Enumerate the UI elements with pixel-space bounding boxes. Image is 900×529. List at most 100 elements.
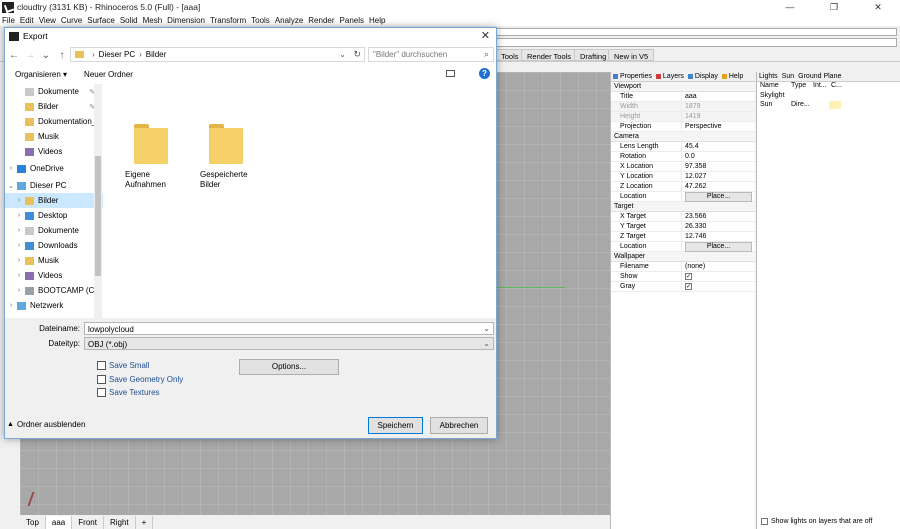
properties-tab-layers[interactable]: Layers (654, 72, 686, 81)
close-window-icon[interactable]: ✕ (856, 0, 900, 14)
breadcrumb-dieser-pc[interactable]: Dieser PC (99, 50, 135, 59)
organize-button[interactable]: Organisieren ▾ (15, 70, 67, 79)
prop-value[interactable]: 0.0 (681, 152, 755, 161)
tab-drafting[interactable]: Drafting (574, 49, 613, 61)
lights-column-int[interactable]: Int... (810, 82, 828, 92)
lights-column-name[interactable]: Name (757, 82, 788, 92)
expand-chevron-icon[interactable]: › (5, 165, 17, 172)
tree-item-dokumente[interactable]: Dokumente ✎ (5, 84, 103, 99)
tree-scrollbar[interactable] (94, 84, 102, 318)
properties-tab-display[interactable]: Display (686, 72, 720, 81)
lights-column-c[interactable]: C... (828, 82, 848, 92)
show-lights-option[interactable]: Show lights on layers that are off (761, 518, 872, 525)
close-icon[interactable]: ✕ (481, 29, 490, 42)
tab-render-tools[interactable]: Render Tools (521, 49, 578, 61)
properties-tab-properties[interactable]: Properties (611, 72, 654, 81)
place-button[interactable]: Place... (685, 192, 752, 202)
tree-item-dokumente[interactable]: › Dokumente (5, 223, 103, 238)
show-checkbox[interactable]: ✓ (685, 273, 692, 280)
save-geometry-only-checkbox[interactable] (97, 375, 106, 384)
menu-render[interactable]: Render (308, 16, 334, 25)
menu-transform[interactable]: Transform (210, 16, 246, 25)
expand-chevron-icon[interactable]: › (13, 272, 25, 279)
prop-value[interactable]: 12.027 (681, 172, 755, 181)
tree-item-dieser-pc[interactable]: ⌄ Dieser PC (5, 178, 103, 193)
light-color-swatch[interactable] (829, 101, 841, 109)
tree-item-videos[interactable]: Videos (5, 144, 103, 159)
tab-new-in-v5[interactable]: New in V5 (608, 49, 655, 61)
expand-chevron-icon[interactable]: › (13, 197, 25, 204)
menu-tools[interactable]: Tools (251, 16, 270, 25)
folder-item[interactable]: Gespeicherte Bilder (196, 124, 256, 190)
tree-item-musik[interactable]: › Musik (5, 253, 103, 268)
light-row[interactable]: Sun Dire... (757, 101, 900, 110)
save-small-checkbox[interactable] (97, 361, 106, 370)
help-icon[interactable]: ? (479, 68, 490, 79)
viewport-tab-aaa[interactable]: aaa (45, 516, 73, 529)
back-arrow-icon[interactable]: ← (7, 50, 21, 61)
save-textures-checkbox[interactable] (97, 388, 106, 397)
menu-file[interactable]: File (2, 16, 15, 25)
menu-curve[interactable]: Curve (61, 16, 82, 25)
prop-value[interactable]: 23.566 (681, 212, 755, 221)
expand-chevron-icon[interactable]: › (13, 287, 25, 294)
menu-view[interactable]: View (39, 16, 56, 25)
menu-edit[interactable]: Edit (20, 16, 34, 25)
expand-chevron-icon[interactable]: › (13, 212, 25, 219)
menu-dimension[interactable]: Dimension (167, 16, 205, 25)
recent-chevron-icon[interactable]: ⌄ (39, 50, 53, 61)
expand-chevron-icon[interactable]: › (5, 302, 17, 309)
gray-checkbox[interactable]: ✓ (685, 283, 692, 290)
chevron-down-icon[interactable]: ⌄ (483, 339, 490, 348)
folder-item[interactable]: Eigene Aufnahmen (121, 124, 181, 190)
show-lights-checkbox[interactable] (761, 518, 768, 525)
breadcrumb-bilder[interactable]: Bilder (146, 50, 166, 59)
tree-item-onedrive[interactable]: › OneDrive (5, 161, 103, 176)
option-save-textures[interactable]: Save Textures (97, 388, 160, 397)
hide-folders-toggle[interactable]: ▲ Ordner ausblenden (7, 420, 85, 429)
menu-panels[interactable]: Panels (340, 16, 364, 25)
filetype-select[interactable]: OBJ (*.obj) ⌄ (84, 337, 494, 350)
light-color-swatch[interactable] (829, 92, 841, 100)
prop-value[interactable]: (none) (681, 262, 755, 271)
forward-arrow-icon[interactable]: → (23, 50, 37, 61)
prop-value[interactable]: aaa (681, 92, 755, 101)
viewport-tab-right[interactable]: Right (104, 516, 136, 529)
tree-item-bootcamp-c[interactable]: › BOOTCAMP (C:) (5, 283, 103, 298)
tree-item-downloads[interactable]: › Downloads (5, 238, 103, 253)
viewport-tab-front[interactable]: Front (72, 516, 104, 529)
lights-tab-lights[interactable]: Lights (757, 72, 780, 81)
menu-analyze[interactable]: Analyze (275, 16, 303, 25)
expand-chevron-icon[interactable]: › (13, 257, 25, 264)
path-breadcrumb[interactable]: › Dieser PC › Bilder ⌄ ↻ (70, 47, 365, 62)
tree-item-bilder[interactable]: Bilder ✎ (5, 99, 103, 114)
tree-item-desktop[interactable]: › Desktop (5, 208, 103, 223)
refresh-icon[interactable]: ↻ (353, 49, 361, 60)
menu-solid[interactable]: Solid (120, 16, 138, 25)
light-row[interactable]: Skylight (757, 92, 900, 101)
filename-input[interactable]: lowpolycloud ⌄ (84, 322, 494, 335)
cancel-button[interactable]: Abbrechen (430, 417, 488, 434)
tree-item-videos[interactable]: › Videos (5, 268, 103, 283)
view-options-icon[interactable] (446, 70, 455, 77)
viewport-tab-top[interactable]: Top (20, 516, 46, 529)
prop-value[interactable]: Perspective (681, 122, 755, 131)
prop-value[interactable]: Place... (681, 192, 755, 202)
expand-chevron-icon[interactable]: › (13, 242, 25, 249)
prop-value[interactable]: 12.746 (681, 232, 755, 241)
prop-value[interactable]: 97.358 (681, 162, 755, 171)
menu-mesh[interactable]: Mesh (143, 16, 163, 25)
lights-tab-ground-plane[interactable]: Ground Plane (796, 72, 843, 81)
prop-value[interactable]: 47.262 (681, 182, 755, 191)
restore-icon[interactable]: ❐ (812, 0, 856, 14)
prop-value[interactable]: ✓ (681, 282, 755, 291)
path-dropdown-icon[interactable]: ⌄ (339, 50, 346, 59)
up-arrow-icon[interactable]: ↑ (55, 50, 69, 61)
option-save-small[interactable]: Save Small (97, 361, 149, 370)
save-button[interactable]: Speichern (368, 417, 423, 434)
tree-item-netzwerk[interactable]: › Netzwerk (5, 298, 103, 313)
options-button[interactable]: Options... (239, 359, 339, 375)
viewport-tab-add[interactable]: + (136, 516, 154, 529)
tree-item-bilder[interactable]: › Bilder (5, 193, 103, 208)
prop-value[interactable]: Place... (681, 242, 755, 252)
